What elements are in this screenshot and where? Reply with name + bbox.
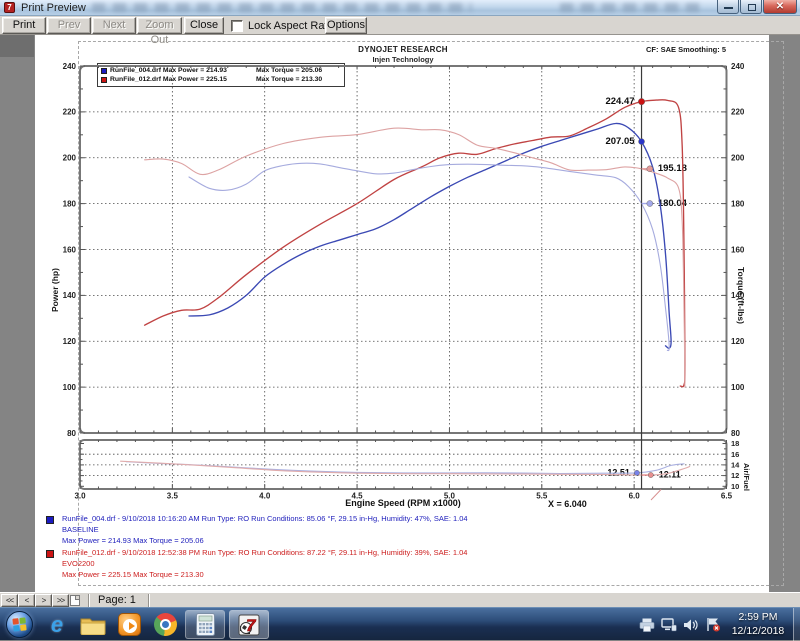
prev-button[interactable]: Prev: [47, 17, 91, 34]
legend-torque: Max Torque = 205.06: [256, 67, 322, 74]
statusbar: << < > >> Page: 1: [0, 592, 800, 607]
y-axis-label-airfuel: Air/Fuel: [740, 441, 751, 513]
statusbar-separator: [148, 594, 150, 607]
calculator-taskbar-button[interactable]: [185, 610, 225, 639]
system-tray: [636, 608, 724, 641]
printer-tray-icon[interactable]: [639, 618, 655, 632]
clock-time: 2:59 PM: [726, 610, 790, 624]
legend-row: RunFile_012.drf Max Power = 225.15 Max T…: [101, 75, 341, 84]
legend-swatch-red: [101, 77, 107, 83]
lock-aspect-ratio-checkbox[interactable]: [231, 20, 243, 32]
svg-text:7: 7: [246, 616, 257, 635]
legend-swatch-blue: [101, 68, 107, 74]
chart-legend: RunFile_004.drf Max Power = 214.93 Max T…: [97, 63, 345, 87]
start-button[interactable]: [6, 611, 33, 638]
cursor-value-12.51: 12.51: [607, 467, 630, 477]
next-page-button[interactable]: >: [35, 594, 52, 607]
redacted-title-text: [560, 3, 700, 12]
internet-explorer-icon[interactable]: e: [42, 610, 72, 640]
close-window-button[interactable]: ✕: [763, 0, 797, 14]
taskbar-clock[interactable]: 2:59 PM 12/12/2018: [726, 610, 790, 638]
correction-smoothing-label: CF: SAE Smoothing: 5: [540, 45, 726, 54]
network-tray-icon[interactable]: [661, 618, 677, 632]
x-axis-label: Engine Speed (RPM x1000): [253, 498, 553, 508]
run-name: BASELINE: [62, 525, 99, 534]
first-page-button[interactable]: <<: [1, 594, 18, 607]
taskbar: e: [0, 607, 800, 640]
minimize-icon: [724, 7, 733, 9]
window-title: Print Preview: [21, 2, 86, 14]
run-detail-line: RunFile_012.drf - 9/10/2018 12:52:38 PM …: [62, 548, 467, 557]
prev-page-button[interactable]: <: [18, 594, 35, 607]
page-number-label: Page: 1: [98, 594, 136, 606]
media-player-icon[interactable]: [114, 610, 144, 640]
winpep-dyno-app-icon: 7: [238, 614, 260, 636]
cursor-value-12.11: 12.11: [659, 470, 681, 480]
cursor-value-207.05: 207.05: [605, 136, 634, 147]
lock-aspect-ratio-label: Lock Aspect Ratio: [248, 20, 336, 32]
legend-file-power: RunFile_004.drf Max Power = 214.93: [110, 67, 256, 74]
cursor-x-readout: X = 6.040: [548, 499, 587, 509]
show-desktop-button[interactable]: [793, 608, 800, 641]
cursor-value-195.18: 195.18: [658, 163, 687, 174]
cursor-value-224.47: 224.47: [605, 96, 634, 107]
maximize-button[interactable]: [740, 0, 762, 14]
close-button[interactable]: Close: [184, 17, 224, 34]
next-button[interactable]: Next: [92, 17, 136, 34]
run-name: EVO2200: [62, 559, 95, 568]
report-page: [35, 35, 769, 592]
print-preview-toolbar: Print Prev Next Zoom Out Close Lock Aspe…: [0, 16, 800, 35]
winpep-taskbar-button[interactable]: 7: [229, 610, 269, 639]
print-button[interactable]: Print: [2, 17, 46, 34]
run-max-values: Max Power = 225.15 Max Torque = 213.30: [62, 570, 204, 579]
y-axis-label-torque: Torque (ft-lbs): [733, 210, 746, 380]
run-detail-line: RunFile_004.drf - 9/10/2018 10:16:20 AM …: [62, 514, 468, 523]
run-swatch-red: [46, 550, 54, 558]
statusbar-separator: [88, 594, 90, 607]
run-max-values: Max Power = 214.93 Max Torque = 205.06: [62, 536, 204, 545]
last-page-button[interactable]: >>: [52, 594, 69, 607]
cursor-value-180.04: 180.04: [658, 197, 687, 208]
zoom-out-button[interactable]: Zoom Out: [137, 17, 182, 34]
windows-flag-icon: [12, 617, 26, 631]
legend-row: RunFile_004.drf Max Power = 214.93 Max T…: [101, 66, 341, 75]
minimize-button[interactable]: [717, 0, 739, 14]
legend-torque: Max Torque = 213.30: [256, 76, 322, 83]
preview-area: DYNOJET RESEARCH Injen Technology CF: SA…: [0, 35, 800, 592]
preview-corner: [0, 35, 34, 57]
app-icon: 7: [4, 2, 15, 13]
redacted-title-text: [92, 3, 472, 12]
chrome-icon[interactable]: [150, 610, 180, 640]
page-layout-icon[interactable]: [70, 595, 80, 606]
y-axis-label-power: Power (hp): [50, 210, 64, 370]
calculator-icon: [196, 613, 215, 636]
close-icon: ✕: [764, 0, 796, 13]
clock-date: 12/12/2018: [726, 624, 790, 638]
maximize-icon: [748, 4, 756, 11]
options-button[interactable]: Options: [325, 17, 367, 34]
action-center-flag-icon[interactable]: [705, 617, 721, 632]
legend-file-power: RunFile_012.drf Max Power = 225.15: [110, 76, 256, 83]
volume-tray-icon[interactable]: [683, 618, 699, 632]
run-swatch-blue: [46, 516, 54, 524]
titlebar: 7 Print Preview ✕: [0, 0, 800, 16]
file-explorer-icon[interactable]: [78, 610, 108, 640]
